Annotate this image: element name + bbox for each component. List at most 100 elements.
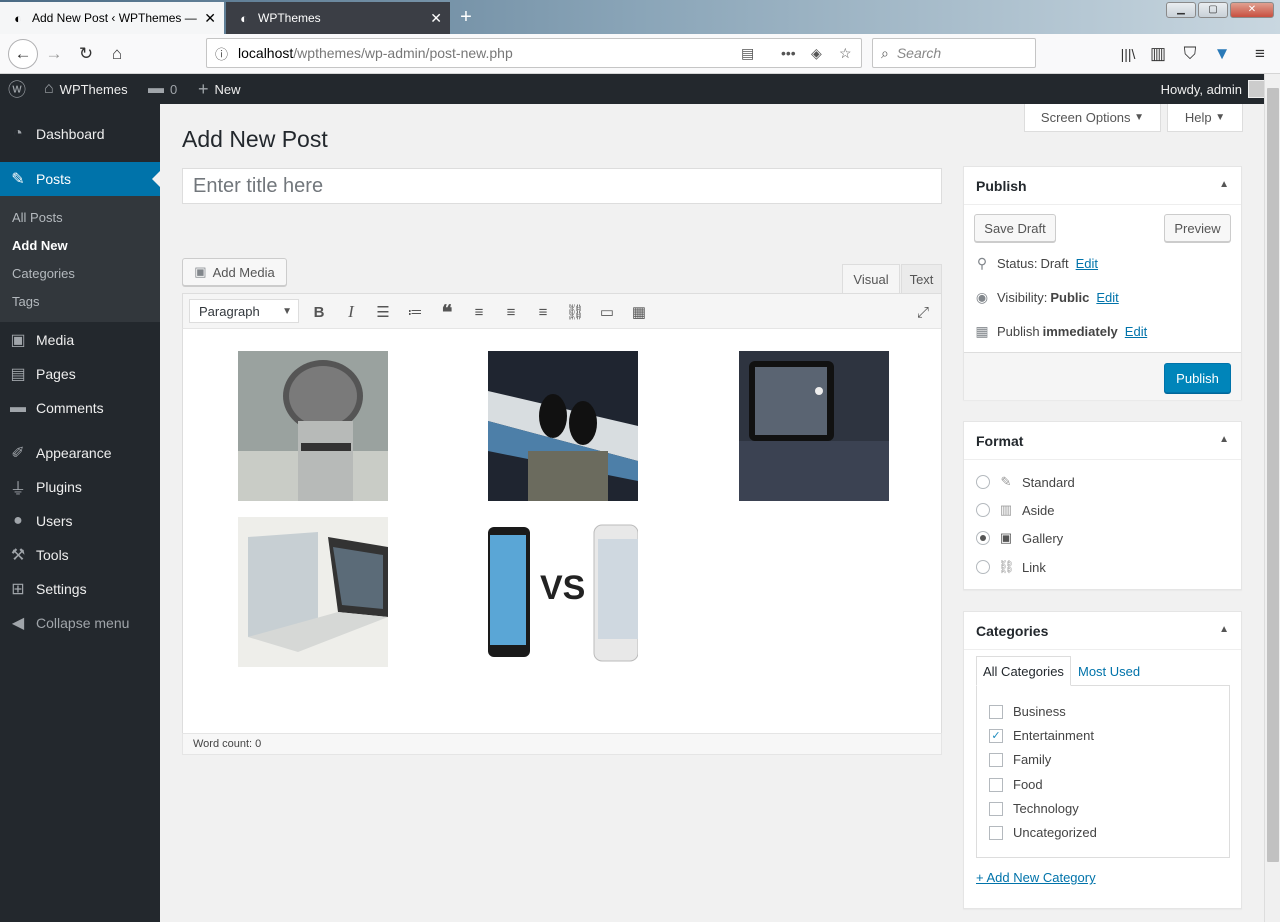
collapse-toggle-icon[interactable]: ▲ <box>1219 624 1229 635</box>
format-option-gallery[interactable]: ▣ Gallery <box>976 530 1063 546</box>
home-icon[interactable]: ⌂ <box>103 40 131 68</box>
reload-icon[interactable]: ↻ <box>72 40 100 68</box>
sidebar-item-dashboard[interactable]: ◔ Dashboard <box>0 117 160 151</box>
bookmark-star-icon[interactable]: ☆ <box>839 45 852 62</box>
gallery-image-feet[interactable] <box>488 351 638 501</box>
info-icon[interactable]: ⓘ <box>215 44 228 63</box>
back-icon[interactable]: ← <box>8 39 38 69</box>
radio-button[interactable] <box>976 560 990 574</box>
tab-all-categories[interactable]: All Categories <box>976 656 1071 686</box>
forward-icon[interactable]: → <box>40 40 68 68</box>
categories-box-header[interactable]: Categories ▲ <box>964 612 1241 650</box>
sidebar-item-appearance[interactable]: ✐ Appearance <box>0 436 160 470</box>
edit-status-link[interactable]: Edit <box>1076 256 1098 271</box>
library-icon[interactable]: |||\ <box>1114 40 1142 68</box>
format-option-link[interactable]: ⛓ Link <box>976 559 1046 575</box>
category-item[interactable]: Uncategorized <box>989 825 1097 840</box>
radio-button-checked[interactable] <box>976 531 990 545</box>
fullscreen-icon[interactable]: ⤢ <box>911 300 935 324</box>
menu-icon[interactable]: ≡ <box>1246 40 1274 68</box>
tab-close-icon[interactable]: ✕ <box>430 10 442 27</box>
screen-options-button[interactable]: Screen Options ▼ <box>1024 104 1161 132</box>
account-menu[interactable]: Howdy, admin <box>1161 74 1266 104</box>
editor-content[interactable]: VS <box>182 329 942 733</box>
add-media-button[interactable]: ▣ Add Media <box>182 258 287 286</box>
checkbox[interactable] <box>989 704 1003 719</box>
collapse-toggle-icon[interactable]: ▲ <box>1219 434 1229 445</box>
publish-button[interactable]: Publish <box>1164 363 1231 393</box>
category-item[interactable]: ✓ Entertainment <box>989 728 1094 743</box>
browser-tab-active[interactable]: ◐ Add New Post ‹ WPThemes — ✕ <box>0 2 224 34</box>
tab-close-icon[interactable]: ✕ <box>204 10 216 27</box>
help-button[interactable]: Help ▼ <box>1167 104 1243 132</box>
align-right-icon[interactable]: ≡ <box>531 300 555 324</box>
edit-visibility-link[interactable]: Edit <box>1096 290 1118 305</box>
category-item[interactable]: Family <box>989 752 1051 767</box>
sidebar-item-pages[interactable]: ▤ Pages <box>0 357 160 391</box>
format-select[interactable]: Paragraph ▼ <box>189 299 299 323</box>
sidebar-item-tools[interactable]: ⚒ Tools <box>0 538 160 572</box>
checkbox-checked[interactable]: ✓ <box>989 728 1003 743</box>
blockquote-icon[interactable]: ❝ <box>435 300 459 324</box>
add-new-category-link[interactable]: + Add New Category <box>976 870 1096 885</box>
bullet-list-icon[interactable]: ☰ <box>371 300 395 324</box>
preview-button[interactable]: Preview <box>1164 214 1231 242</box>
new-content-link[interactable]: + New <box>198 74 241 104</box>
close-window-button[interactable]: ✕ <box>1230 2 1274 18</box>
link-icon[interactable]: ⛓ <box>563 300 587 324</box>
scrollbar-thumb[interactable] <box>1267 88 1279 862</box>
align-center-icon[interactable]: ≡ <box>499 300 523 324</box>
browser-tab[interactable]: ◐ WPThemes ✕ <box>226 2 450 34</box>
radio-button[interactable] <box>976 475 990 489</box>
gallery-image-phones-vs[interactable]: VS <box>488 517 638 667</box>
submenu-add-new[interactable]: Add New <box>12 238 68 253</box>
sidebar-item-comments[interactable]: ▬ Comments <box>0 391 160 425</box>
format-option-aside[interactable]: ▥ Aside <box>976 502 1055 518</box>
numbered-list-icon[interactable]: ≔ <box>403 300 427 324</box>
tab-most-used[interactable]: Most Used <box>1072 656 1146 686</box>
category-item[interactable]: Food <box>989 777 1043 792</box>
gallery-image-microphone[interactable] <box>238 351 388 501</box>
sidebar-toggle-icon[interactable]: ▥ <box>1144 40 1172 68</box>
minimize-button[interactable]: ▁ <box>1166 2 1196 18</box>
page-actions-icon[interactable]: ••• <box>781 45 796 61</box>
gallery-image-laptop[interactable] <box>238 517 388 667</box>
sidebar-item-settings[interactable]: ⊞ Settings <box>0 572 160 606</box>
format-option-standard[interactable]: ✎ Standard <box>976 474 1075 490</box>
format-box-header[interactable]: Format ▲ <box>964 422 1241 460</box>
publish-box-header[interactable]: Publish ▲ <box>964 167 1241 205</box>
sidebar-item-users[interactable]: ● Users <box>0 504 160 538</box>
category-item[interactable]: Business <box>989 704 1066 719</box>
post-title-input[interactable] <box>182 168 942 204</box>
sidebar-item-plugins[interactable]: ⏚ Plugins <box>0 470 160 504</box>
reader-view-icon[interactable]: ▤ <box>741 45 754 62</box>
new-tab-button[interactable]: + <box>452 4 480 30</box>
submenu-tags[interactable]: Tags <box>12 294 39 309</box>
url-bar[interactable]: ⓘ localhost/wpthemes/wp-admin/post-new.p… <box>206 38 862 68</box>
bold-icon[interactable]: B <box>307 300 331 324</box>
save-draft-button[interactable]: Save Draft <box>974 214 1056 242</box>
collapse-toggle-icon[interactable]: ▲ <box>1219 179 1229 190</box>
edit-schedule-link[interactable]: Edit <box>1125 324 1147 339</box>
sidebar-collapse-menu[interactable]: ◀ Collapse menu <box>0 606 160 640</box>
checkbox[interactable] <box>989 825 1003 840</box>
comments-link[interactable]: ▬ 0 <box>148 74 177 104</box>
read-more-icon[interactable]: ▭ <box>595 300 619 324</box>
search-input[interactable]: ⌕ Search <box>872 38 1036 68</box>
tab-visual[interactable]: Visual <box>842 264 900 293</box>
gallery-image-phone-camera[interactable] <box>739 351 889 501</box>
ublock-icon[interactable]: ⛉ <box>1176 40 1204 68</box>
toolbar-toggle-icon[interactable]: ▦ <box>627 300 651 324</box>
submenu-categories[interactable]: Categories <box>12 266 75 281</box>
checkbox[interactable] <box>989 752 1003 767</box>
sidebar-item-media[interactable]: ▣ Media <box>0 323 160 357</box>
pocket-icon[interactable]: ◈ <box>811 45 822 62</box>
radio-button[interactable] <box>976 503 990 517</box>
page-scrollbar[interactable] <box>1264 74 1280 922</box>
checkbox[interactable] <box>989 777 1003 792</box>
italic-icon[interactable]: I <box>339 300 363 324</box>
checkbox[interactable] <box>989 801 1003 816</box>
category-item[interactable]: Technology <box>989 801 1079 816</box>
vpn-shield-icon[interactable]: ▼ <box>1208 40 1236 68</box>
align-left-icon[interactable]: ≡ <box>467 300 491 324</box>
